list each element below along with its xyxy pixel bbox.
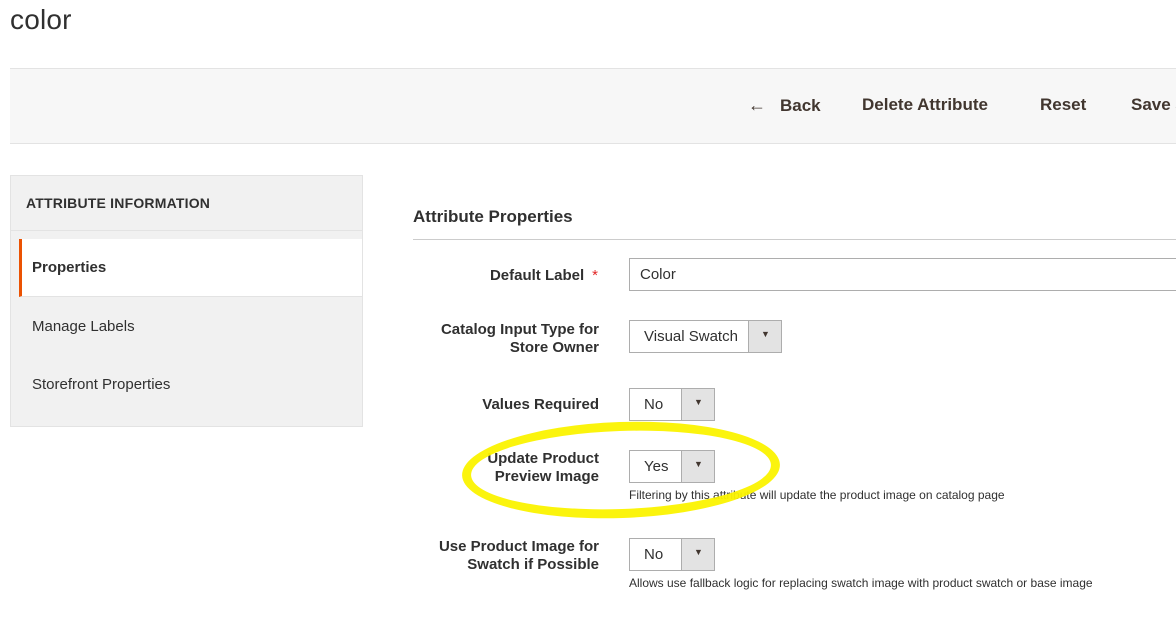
values-required-value: No — [644, 396, 664, 413]
use-product-image-select[interactable]: No ▼ — [629, 538, 715, 571]
input-type-select[interactable]: Visual Swatch ▼ — [629, 320, 782, 353]
default-label-input[interactable]: Color — [629, 258, 1176, 291]
use-product-image-label: Use Product Image for Swatch if Possible — [399, 538, 599, 574]
use-product-image-value: No — [644, 546, 664, 563]
section-divider — [413, 239, 1176, 240]
update-preview-label-line1: Update Product — [487, 450, 599, 467]
reset-button[interactable]: Reset — [1040, 95, 1086, 115]
sidebar-item-manage-labels[interactable]: Manage Labels — [19, 298, 362, 356]
use-product-image-note: Allows use fallback logic for replacing … — [629, 576, 1093, 590]
save-attribute-button[interactable]: Save a — [1131, 95, 1176, 115]
input-type-dropdown-button[interactable]: ▼ — [748, 321, 781, 352]
input-type-label-line2: Store Owner — [509, 339, 599, 356]
use-product-image-label-line2: Swatch if Possible — [467, 556, 599, 573]
page-actions-bar: ← Back Delete Attribute Reset Save a — [10, 68, 1176, 144]
caret-down-icon: ▼ — [694, 547, 703, 557]
arrow-left-icon: ← — [748, 95, 766, 115]
values-required-label: Values Required — [482, 396, 599, 413]
sidebar-item-storefront-properties[interactable]: Storefront Properties — [19, 356, 362, 414]
input-type-value: Visual Swatch — [644, 328, 738, 345]
page-title: color — [10, 4, 72, 35]
update-preview-select[interactable]: Yes ▼ — [629, 450, 715, 483]
input-type-label: Catalog Input Type for Store Owner — [399, 321, 599, 357]
input-type-label-line1: Catalog Input Type for — [440, 321, 599, 338]
values-required-select[interactable]: No ▼ — [629, 388, 715, 421]
required-marker: * — [592, 267, 598, 284]
default-label-label: Default Label * — [398, 267, 598, 285]
attribute-sidebar: ATTRIBUTE INFORMATION Properties Manage … — [10, 175, 363, 427]
section-title: Attribute Properties — [413, 207, 573, 226]
back-button[interactable]: ← Back — [748, 95, 821, 116]
update-preview-label: Update Product Preview Image — [399, 450, 599, 486]
caret-down-icon: ▼ — [694, 459, 703, 469]
use-product-image-dropdown-button[interactable]: ▼ — [681, 539, 714, 570]
use-product-image-label-line1: Use Product Image for — [438, 538, 599, 555]
update-preview-dropdown-button[interactable]: ▼ — [681, 451, 714, 482]
sidebar-divider — [11, 230, 362, 231]
back-label: Back — [780, 96, 821, 115]
update-preview-note: Filtering by this attribute will update … — [629, 488, 1005, 502]
update-preview-label-line2: Preview Image — [494, 468, 599, 485]
caret-down-icon: ▼ — [761, 329, 770, 339]
caret-down-icon: ▼ — [694, 397, 703, 407]
default-label-text: Default Label — [489, 267, 585, 284]
sidebar-item-properties[interactable]: Properties — [19, 239, 362, 297]
values-required-dropdown-button[interactable]: ▼ — [681, 389, 714, 420]
sidebar-title: ATTRIBUTE INFORMATION — [26, 195, 211, 211]
update-preview-value: Yes — [644, 458, 669, 475]
delete-attribute-button[interactable]: Delete Attribute — [862, 95, 988, 115]
